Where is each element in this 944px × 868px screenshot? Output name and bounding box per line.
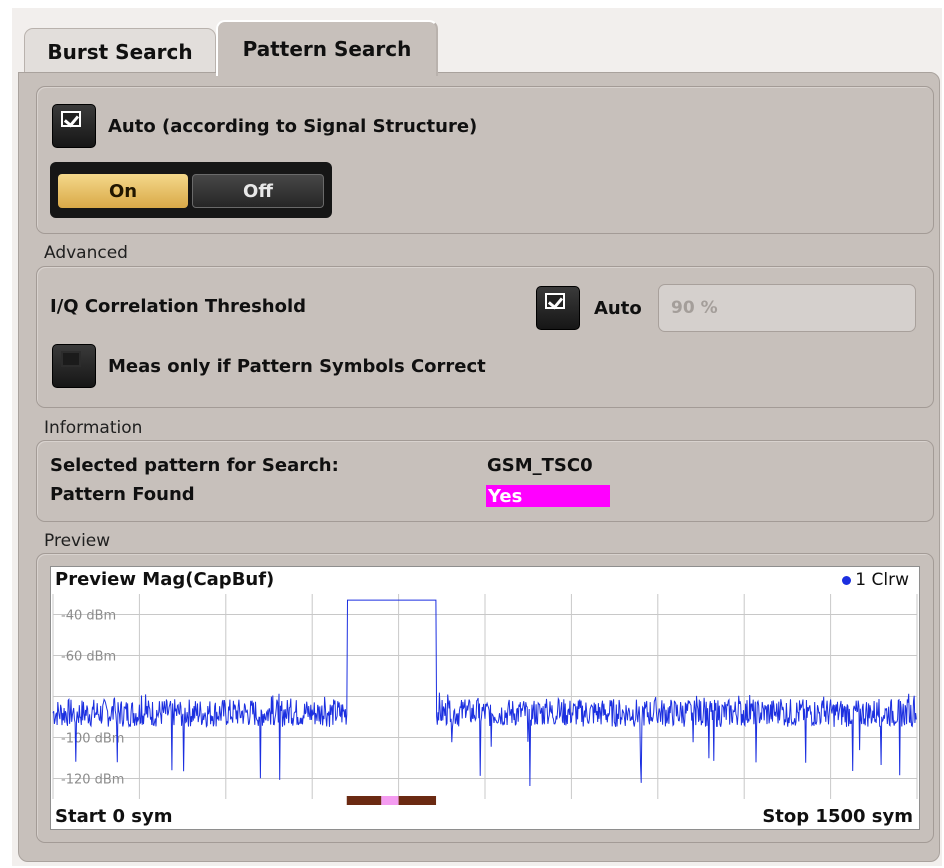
- iq-threshold-input[interactable]: 90 %: [658, 284, 916, 332]
- toggle-on-button[interactable]: On: [58, 174, 188, 208]
- tab-burst-search[interactable]: Burst Search: [24, 28, 216, 74]
- preview-plot: -40 dBm -60 dBm -100 dBm -120 dBm: [52, 594, 918, 805]
- meas-only-label: Meas only if Pattern Symbols Correct: [108, 356, 486, 377]
- preview-chart: Preview Mag(CapBuf) 1 Clrw -40 dBm -60 dB…: [50, 566, 920, 830]
- y-tick-label: -40 dBm: [61, 609, 116, 624]
- threshold-auto-label: Auto: [594, 298, 642, 319]
- preview-section-label: Preview: [44, 531, 111, 551]
- burst-marker: [398, 796, 437, 805]
- pattern-marker: [381, 796, 399, 805]
- start-label: Start 0 sym: [55, 806, 173, 827]
- pattern-found-badge: Yes: [486, 485, 610, 507]
- information-section-label: Information: [44, 418, 143, 438]
- meas-only-checkbox[interactable]: [52, 344, 96, 388]
- plot-grid: [52, 594, 918, 799]
- stop-label: Stop 1500 sym: [762, 806, 913, 827]
- threshold-auto-checkbox[interactable]: [536, 286, 580, 330]
- toggle-off-button[interactable]: Off: [192, 174, 324, 208]
- selected-pattern-label: Selected pattern for Search:: [50, 455, 339, 476]
- y-tick-label: -120 dBm: [61, 773, 124, 788]
- pattern-found-label: Pattern Found: [50, 484, 195, 505]
- on-off-toggle: On Off: [50, 162, 332, 218]
- burst-marker: [346, 796, 382, 805]
- tab-pattern-search[interactable]: Pattern Search: [216, 20, 438, 76]
- y-tick-label: -100 dBm: [61, 732, 124, 747]
- iq-threshold-label: I/Q Correlation Threshold: [50, 296, 307, 317]
- y-tick-label: -60 dBm: [61, 650, 116, 665]
- auto-signal-structure-checkbox[interactable]: [52, 104, 96, 148]
- information-group: [36, 440, 934, 522]
- advanced-section-label: Advanced: [44, 243, 128, 263]
- burst-markers: [346, 796, 437, 805]
- auto-signal-structure-label: Auto (according to Signal Structure): [108, 116, 478, 137]
- selected-pattern-value: GSM_TSC0: [487, 455, 593, 476]
